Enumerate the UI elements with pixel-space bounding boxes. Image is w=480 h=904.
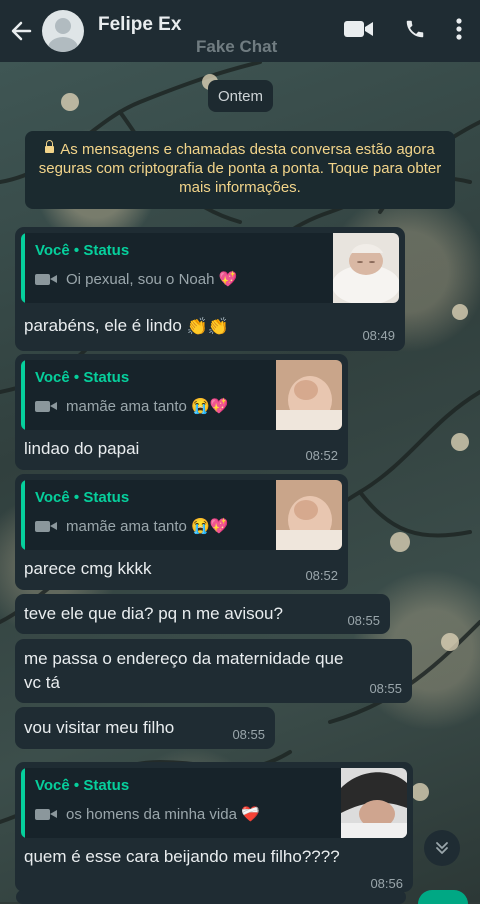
quote-author: Você • Status xyxy=(35,777,130,794)
video-camera-icon xyxy=(35,808,57,820)
message-time: 08:55 xyxy=(232,727,265,742)
clapping-emoji: 👏👏 xyxy=(186,316,229,336)
quote-text: os homens da minha vida xyxy=(66,805,237,823)
message-bubble[interactable]: Você • Status Oi pexual, sou o Noah 💖 pa… xyxy=(15,227,405,351)
video-camera-icon xyxy=(35,273,57,285)
message-text: lindao do papai xyxy=(24,439,140,458)
message-time: 08:52 xyxy=(305,448,338,463)
quote-author: Você • Status xyxy=(35,369,130,386)
quote-text: Oi pexual, sou o Noah xyxy=(66,270,215,288)
message-text: parece cmg kkkk xyxy=(24,559,152,578)
video-call-icon[interactable] xyxy=(344,19,374,44)
message-bubble[interactable]: teve ele que dia? pq n me avisou? 08:55 xyxy=(15,594,390,634)
quote-emoji: 💖 xyxy=(218,271,238,288)
more-vert-icon[interactable] xyxy=(456,17,462,45)
phone-icon[interactable] xyxy=(404,18,426,45)
status-reply-quote[interactable]: Você • Status mamãe ama tanto 😭💖 xyxy=(21,480,342,550)
quote-text: mamãe ama tanto xyxy=(66,517,187,535)
quote-author: Você • Status xyxy=(35,489,130,506)
contact-name[interactable]: Felipe Ex xyxy=(98,14,181,36)
message-bubble[interactable]: vou visitar meu filho 08:55 xyxy=(15,707,275,749)
message-time: 08:55 xyxy=(369,681,402,696)
video-camera-icon xyxy=(35,520,57,532)
message-time: 08:56 xyxy=(370,876,403,891)
video-camera-icon xyxy=(35,400,57,412)
quote-emoji: 😭💖 xyxy=(191,518,229,535)
encryption-notice[interactable]: As mensagens e chamadas desta conversa e… xyxy=(25,131,455,209)
quote-author: Você • Status xyxy=(35,242,130,259)
status-thumbnail xyxy=(276,480,342,550)
chat-header: Felipe Ex Fake Chat xyxy=(0,0,480,62)
message-bubble[interactable]: Você • Status os homens da minha vida ❤️… xyxy=(15,762,413,892)
lock-icon xyxy=(45,140,55,153)
scroll-to-bottom-button[interactable] xyxy=(424,830,460,866)
status-reply-quote[interactable]: Você • Status Oi pexual, sou o Noah 💖 xyxy=(21,233,399,303)
status-thumbnail xyxy=(276,360,342,430)
message-time: 08:49 xyxy=(362,328,395,343)
message-text: vou visitar meu filho xyxy=(24,718,175,737)
status-reply-quote[interactable]: Você • Status mamãe ama tanto 😭💖 xyxy=(21,360,342,430)
message-text: teve ele que dia? pq n me avisou? xyxy=(24,604,283,623)
message-text: parabéns, ele é lindo xyxy=(24,316,182,335)
message-text: quem é esse cara beijando meu filho???? xyxy=(24,847,340,866)
status-thumbnail xyxy=(341,768,407,838)
watermark: Fake Chat xyxy=(196,37,278,56)
message-bubble[interactable]: Você • Status mamãe ama tanto 😭💖 lindao … xyxy=(15,354,348,470)
back-arrow-icon[interactable] xyxy=(2,0,40,62)
quote-emoji: ❤️‍🩹 xyxy=(241,806,260,823)
double-chevron-down-icon xyxy=(436,842,448,854)
message-text-line2: vc tá xyxy=(24,673,60,692)
status-reply-quote[interactable]: Você • Status os homens da minha vida ❤️… xyxy=(21,768,407,838)
message-time: 08:55 xyxy=(347,613,380,628)
avatar[interactable] xyxy=(42,10,84,52)
message-time: 08:52 xyxy=(305,568,338,583)
quote-text: mamãe ama tanto xyxy=(66,397,187,415)
quote-emoji: 😭💖 xyxy=(191,398,229,415)
message-text-line1: me passa o endereço da maternidade que xyxy=(24,649,344,668)
message-bubble[interactable]: me passa o endereço da maternidade que v… xyxy=(15,639,412,703)
date-chip: Ontem xyxy=(208,80,274,112)
encryption-text: As mensagens e chamadas desta conversa e… xyxy=(38,141,442,196)
message-bubble[interactable]: Você • Status mamãe ama tanto 😭💖 parece … xyxy=(15,474,348,590)
status-thumbnail xyxy=(333,233,399,303)
